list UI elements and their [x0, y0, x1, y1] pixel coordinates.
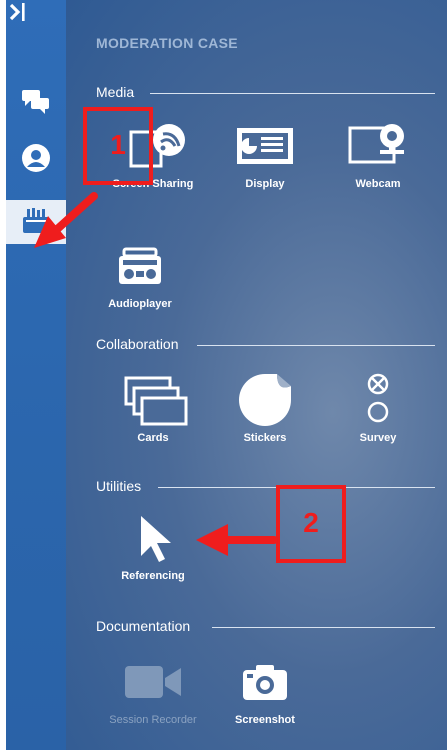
section-divider: [197, 345, 435, 346]
tool-referencing[interactable]: Referencing: [105, 512, 201, 582]
video-camera-icon: [125, 666, 181, 698]
annotation-number: 2: [303, 507, 319, 538]
tool-audioplayer[interactable]: Audioplayer: [92, 240, 188, 310]
tool-label: Session Recorder: [109, 714, 197, 726]
user-icon: [22, 144, 50, 172]
annotation-arrow-1: [34, 192, 98, 248]
section-collaboration-heading: Collaboration: [96, 336, 179, 352]
annotation-marker-1: 1: [83, 107, 153, 185]
section-divider: [150, 93, 435, 94]
section-documentation-heading: Documentation: [96, 618, 191, 634]
section-media-heading: Media: [96, 84, 135, 100]
audioplayer-icon: [119, 247, 161, 284]
tool-label: Cards: [137, 432, 169, 444]
annotation-arrow-2: [196, 524, 278, 556]
app-frame: MODERATION CASE Media Screen Sharing Dis…: [0, 0, 447, 750]
stickers-icon: [239, 374, 291, 426]
tool-label: Audioplayer: [108, 298, 172, 310]
pointer-icon: [141, 516, 171, 562]
tool-session-recorder[interactable]: Session Recorder: [105, 656, 201, 726]
display-icon: [237, 128, 293, 164]
tool-survey[interactable]: Survey: [330, 373, 426, 444]
tool-label: Screenshot: [235, 714, 295, 726]
tool-label: Display: [245, 178, 285, 190]
tool-screenshot[interactable]: Screenshot: [217, 656, 313, 726]
section-divider: [212, 627, 435, 628]
panel-title: MODERATION CASE: [96, 35, 238, 51]
chat-rail-button[interactable]: [6, 80, 66, 124]
tool-label: Stickers: [243, 432, 287, 444]
cards-icon: [124, 376, 188, 426]
camera-icon: [243, 665, 287, 700]
collapse-icon: [9, 3, 25, 21]
chat-icon: [22, 90, 49, 114]
tool-label: Webcam: [355, 178, 401, 190]
tool-label: Survey: [359, 432, 397, 444]
tool-cards[interactable]: Cards: [105, 374, 201, 444]
webcam-icon: [348, 124, 404, 164]
section-utilities-heading: Utilities: [96, 478, 142, 494]
tool-webcam[interactable]: Webcam: [330, 120, 426, 190]
tool-display[interactable]: Display: [217, 120, 313, 190]
tool-stickers[interactable]: Stickers: [217, 374, 313, 444]
survey-icon: [367, 373, 389, 423]
annotation-marker-2: 2: [276, 485, 346, 563]
tool-label: Referencing: [121, 570, 185, 582]
user-rail-button[interactable]: [6, 136, 66, 180]
annotation-number: 1: [110, 129, 126, 160]
